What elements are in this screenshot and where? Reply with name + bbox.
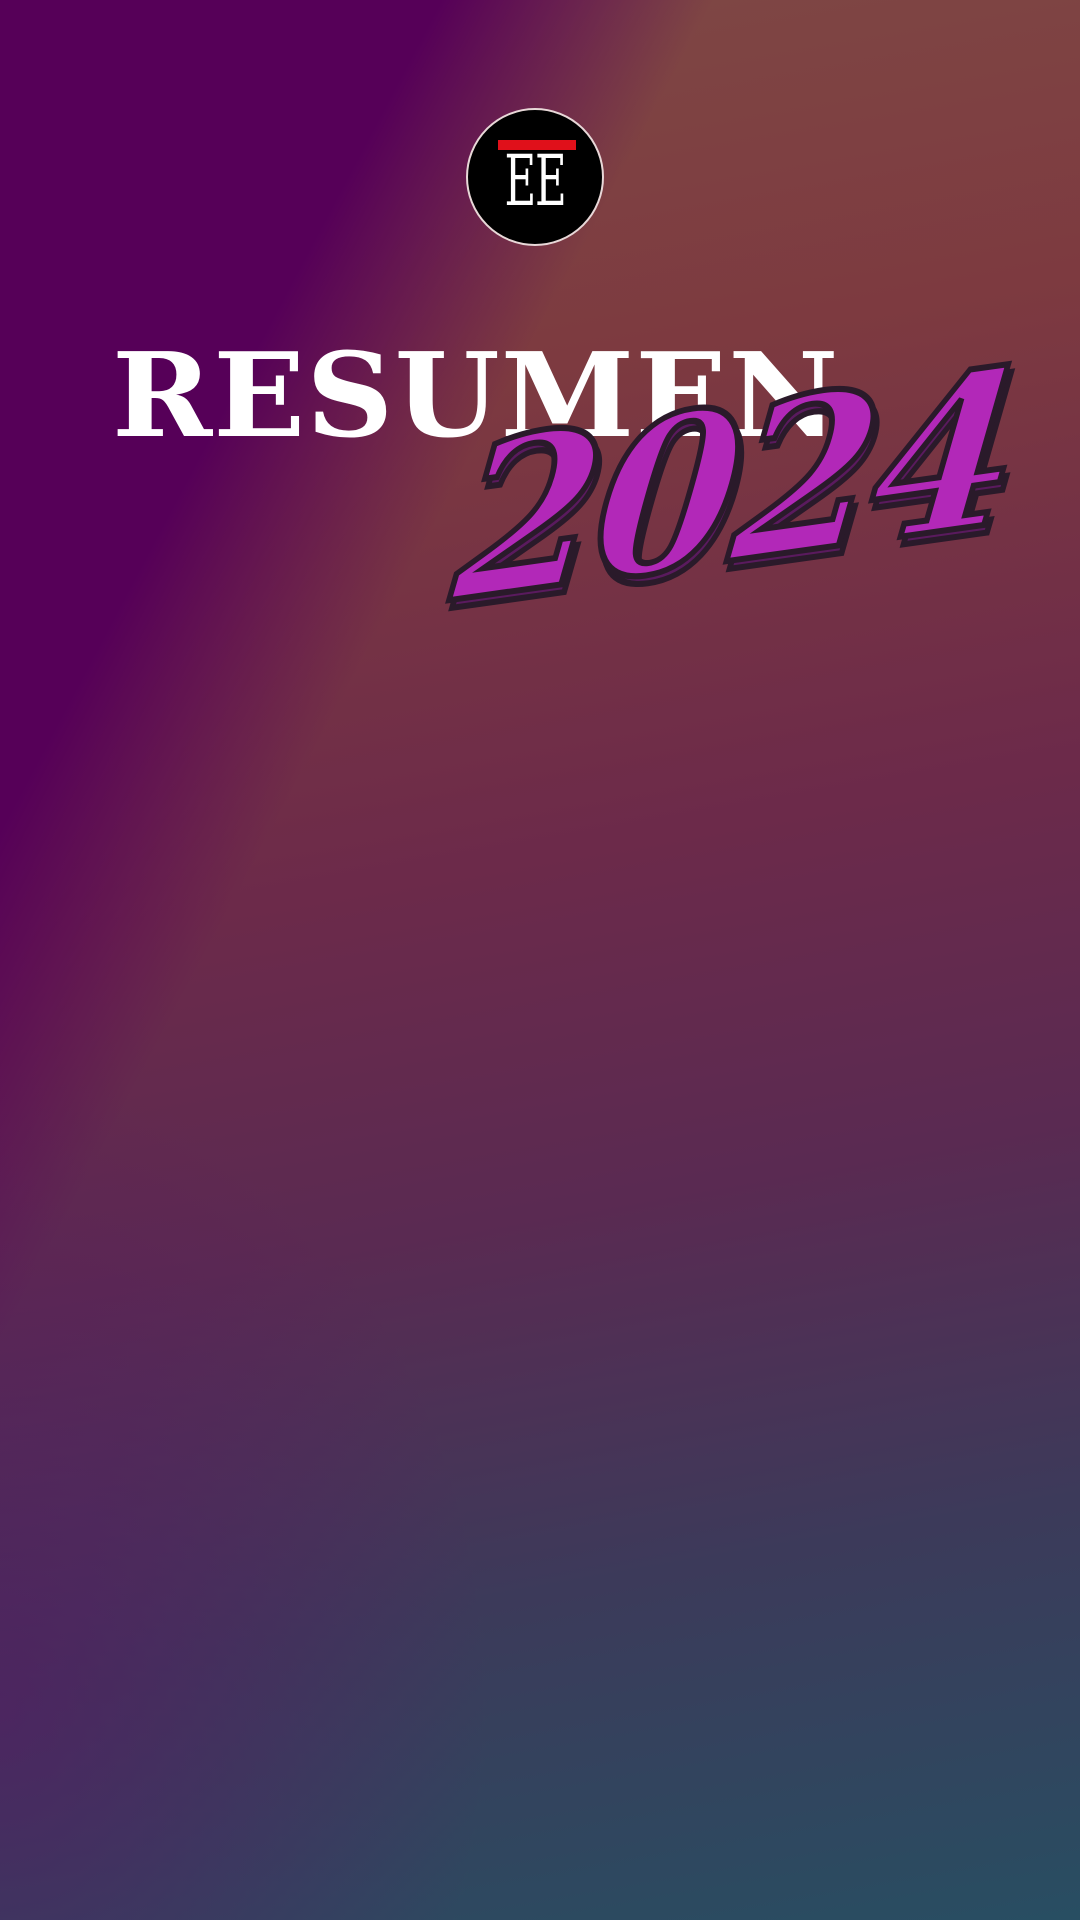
brand-logo: EE [466, 108, 604, 246]
background-haze [0, 0, 1080, 1920]
logo-text: EE [504, 140, 567, 222]
headline-title: RESUMEN [112, 328, 840, 464]
background-wedge [0, 0, 1080, 1920]
story-card: EE RESUMEN 2024 2024 [0, 0, 1080, 1920]
